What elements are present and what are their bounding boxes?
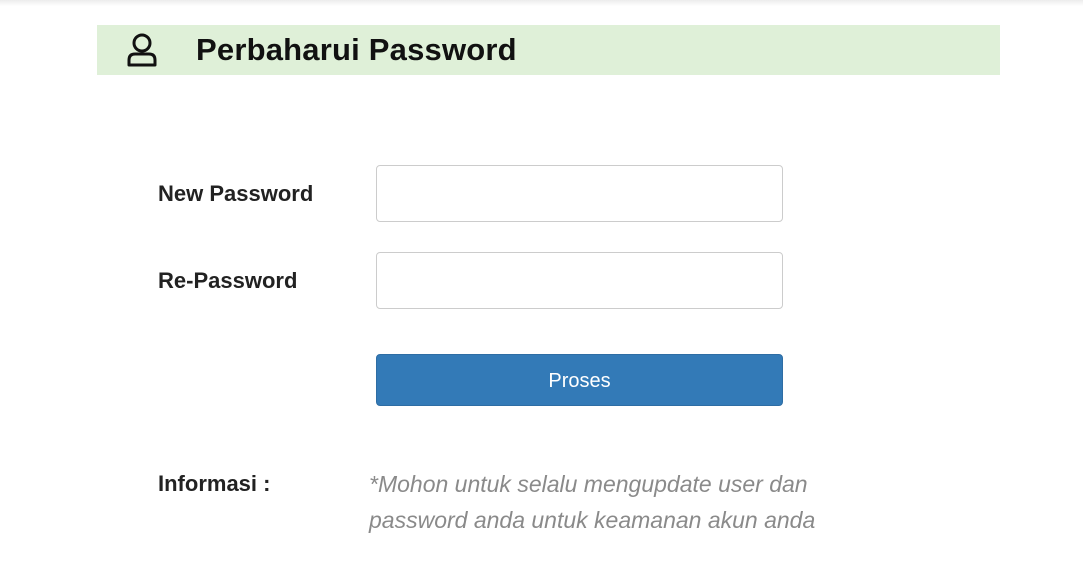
re-password-label: Re-Password (158, 268, 298, 293)
proses-button[interactable]: Proses (376, 354, 783, 406)
page-header: Perbaharui Password (97, 25, 1000, 75)
info-label: Informasi : (158, 471, 271, 496)
page-title: Perbaharui Password (196, 32, 517, 67)
user-icon (125, 32, 159, 68)
top-shadow (0, 0, 1083, 6)
new-password-label: New Password (158, 181, 314, 206)
info-text: *Mohon untuk selalu mengupdate user dan … (369, 471, 816, 533)
re-password-input[interactable] (376, 252, 783, 309)
new-password-input[interactable] (376, 165, 783, 222)
